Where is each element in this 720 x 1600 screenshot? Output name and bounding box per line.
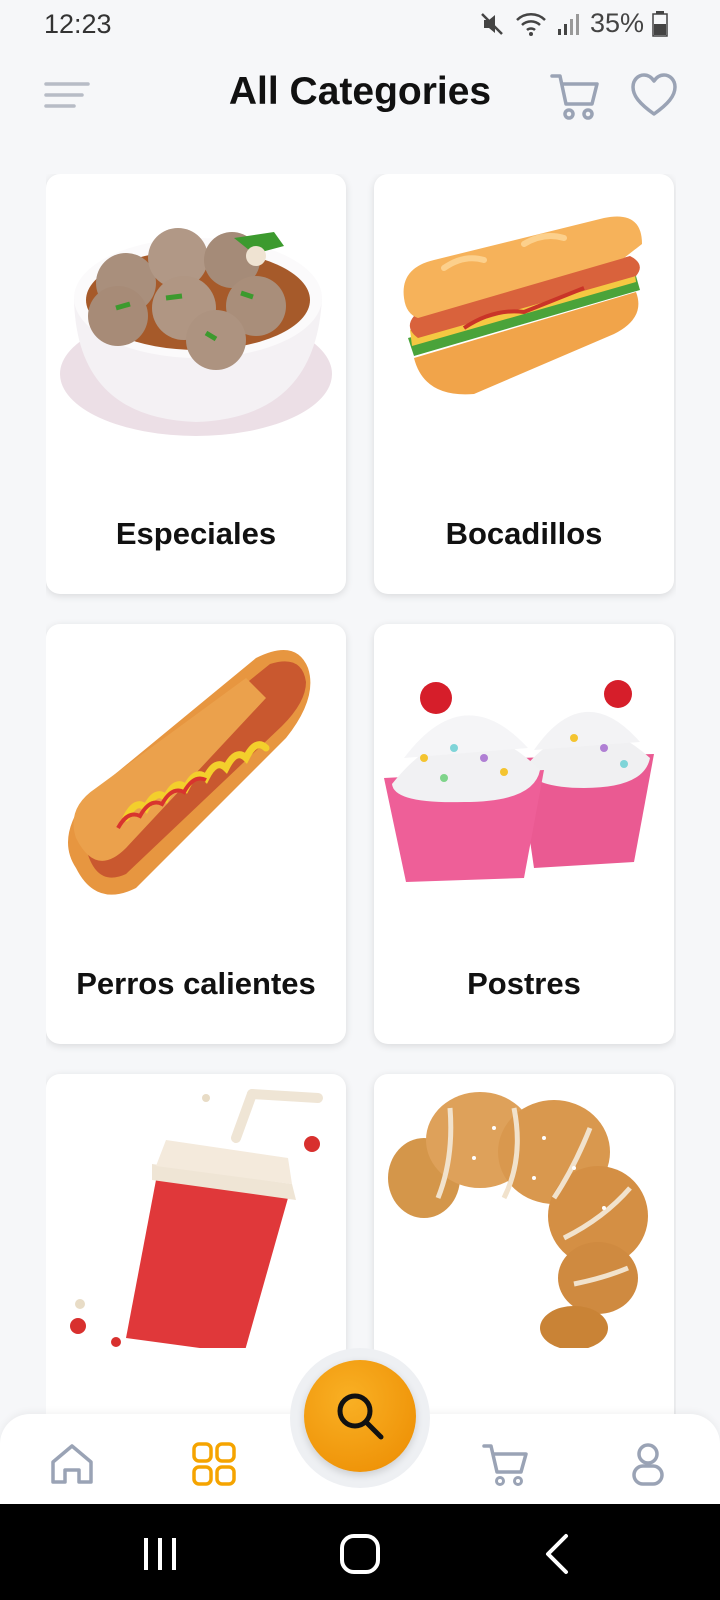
battery-icon xyxy=(652,10,668,37)
signal-icon xyxy=(557,13,579,35)
cart-icon[interactable] xyxy=(550,70,600,122)
search-button[interactable] xyxy=(304,1360,416,1472)
status-icons: 35% xyxy=(478,8,668,39)
categories-icon[interactable] xyxy=(190,1440,238,1488)
category-label: Perros calientes xyxy=(76,966,316,1001)
category-card-postres[interactable]: Postres xyxy=(374,624,674,1044)
category-card-bolleria[interactable] xyxy=(374,1074,674,1424)
recent-apps-icon[interactable] xyxy=(130,1532,190,1576)
battery-percent: 35% xyxy=(589,8,644,38)
app-header: All Categories xyxy=(0,58,720,138)
category-card-especiales[interactable]: Especiales xyxy=(46,174,346,594)
menu-icon[interactable] xyxy=(44,78,90,114)
status-bar: 12:23 35% xyxy=(0,0,720,50)
system-nav-bar xyxy=(0,1504,720,1600)
page-title: All Categories xyxy=(228,70,492,113)
category-label: Especiales xyxy=(115,516,277,551)
category-card-perros-calientes[interactable]: Perros calientes xyxy=(46,624,346,1044)
category-label: Postres xyxy=(467,966,581,1001)
sandwich-image xyxy=(403,216,642,395)
favorites-heart-icon[interactable] xyxy=(630,72,678,118)
home-icon[interactable] xyxy=(48,1440,96,1488)
category-grid: Especiales Bocadillos Perros calientes P… xyxy=(46,174,676,1424)
search-icon xyxy=(337,1393,384,1440)
category-card-bocadillos[interactable]: Bocadillos xyxy=(374,174,674,594)
hot-dog-image xyxy=(68,650,311,895)
croissant-image xyxy=(388,1092,648,1348)
mute-icon xyxy=(481,12,503,35)
back-icon[interactable] xyxy=(530,1532,590,1576)
category-label: Bocadillos xyxy=(445,516,603,551)
wifi-icon xyxy=(516,12,546,36)
cupcakes-image xyxy=(384,680,654,882)
home-button-icon[interactable] xyxy=(330,1532,390,1576)
category-card-bebidas[interactable] xyxy=(46,1074,346,1424)
soda-cup-image xyxy=(70,1089,323,1348)
status-time: 12:23 xyxy=(44,9,112,39)
cart-icon[interactable] xyxy=(482,1440,530,1488)
profile-icon[interactable] xyxy=(624,1440,672,1488)
meatball-soup-image xyxy=(60,228,332,436)
